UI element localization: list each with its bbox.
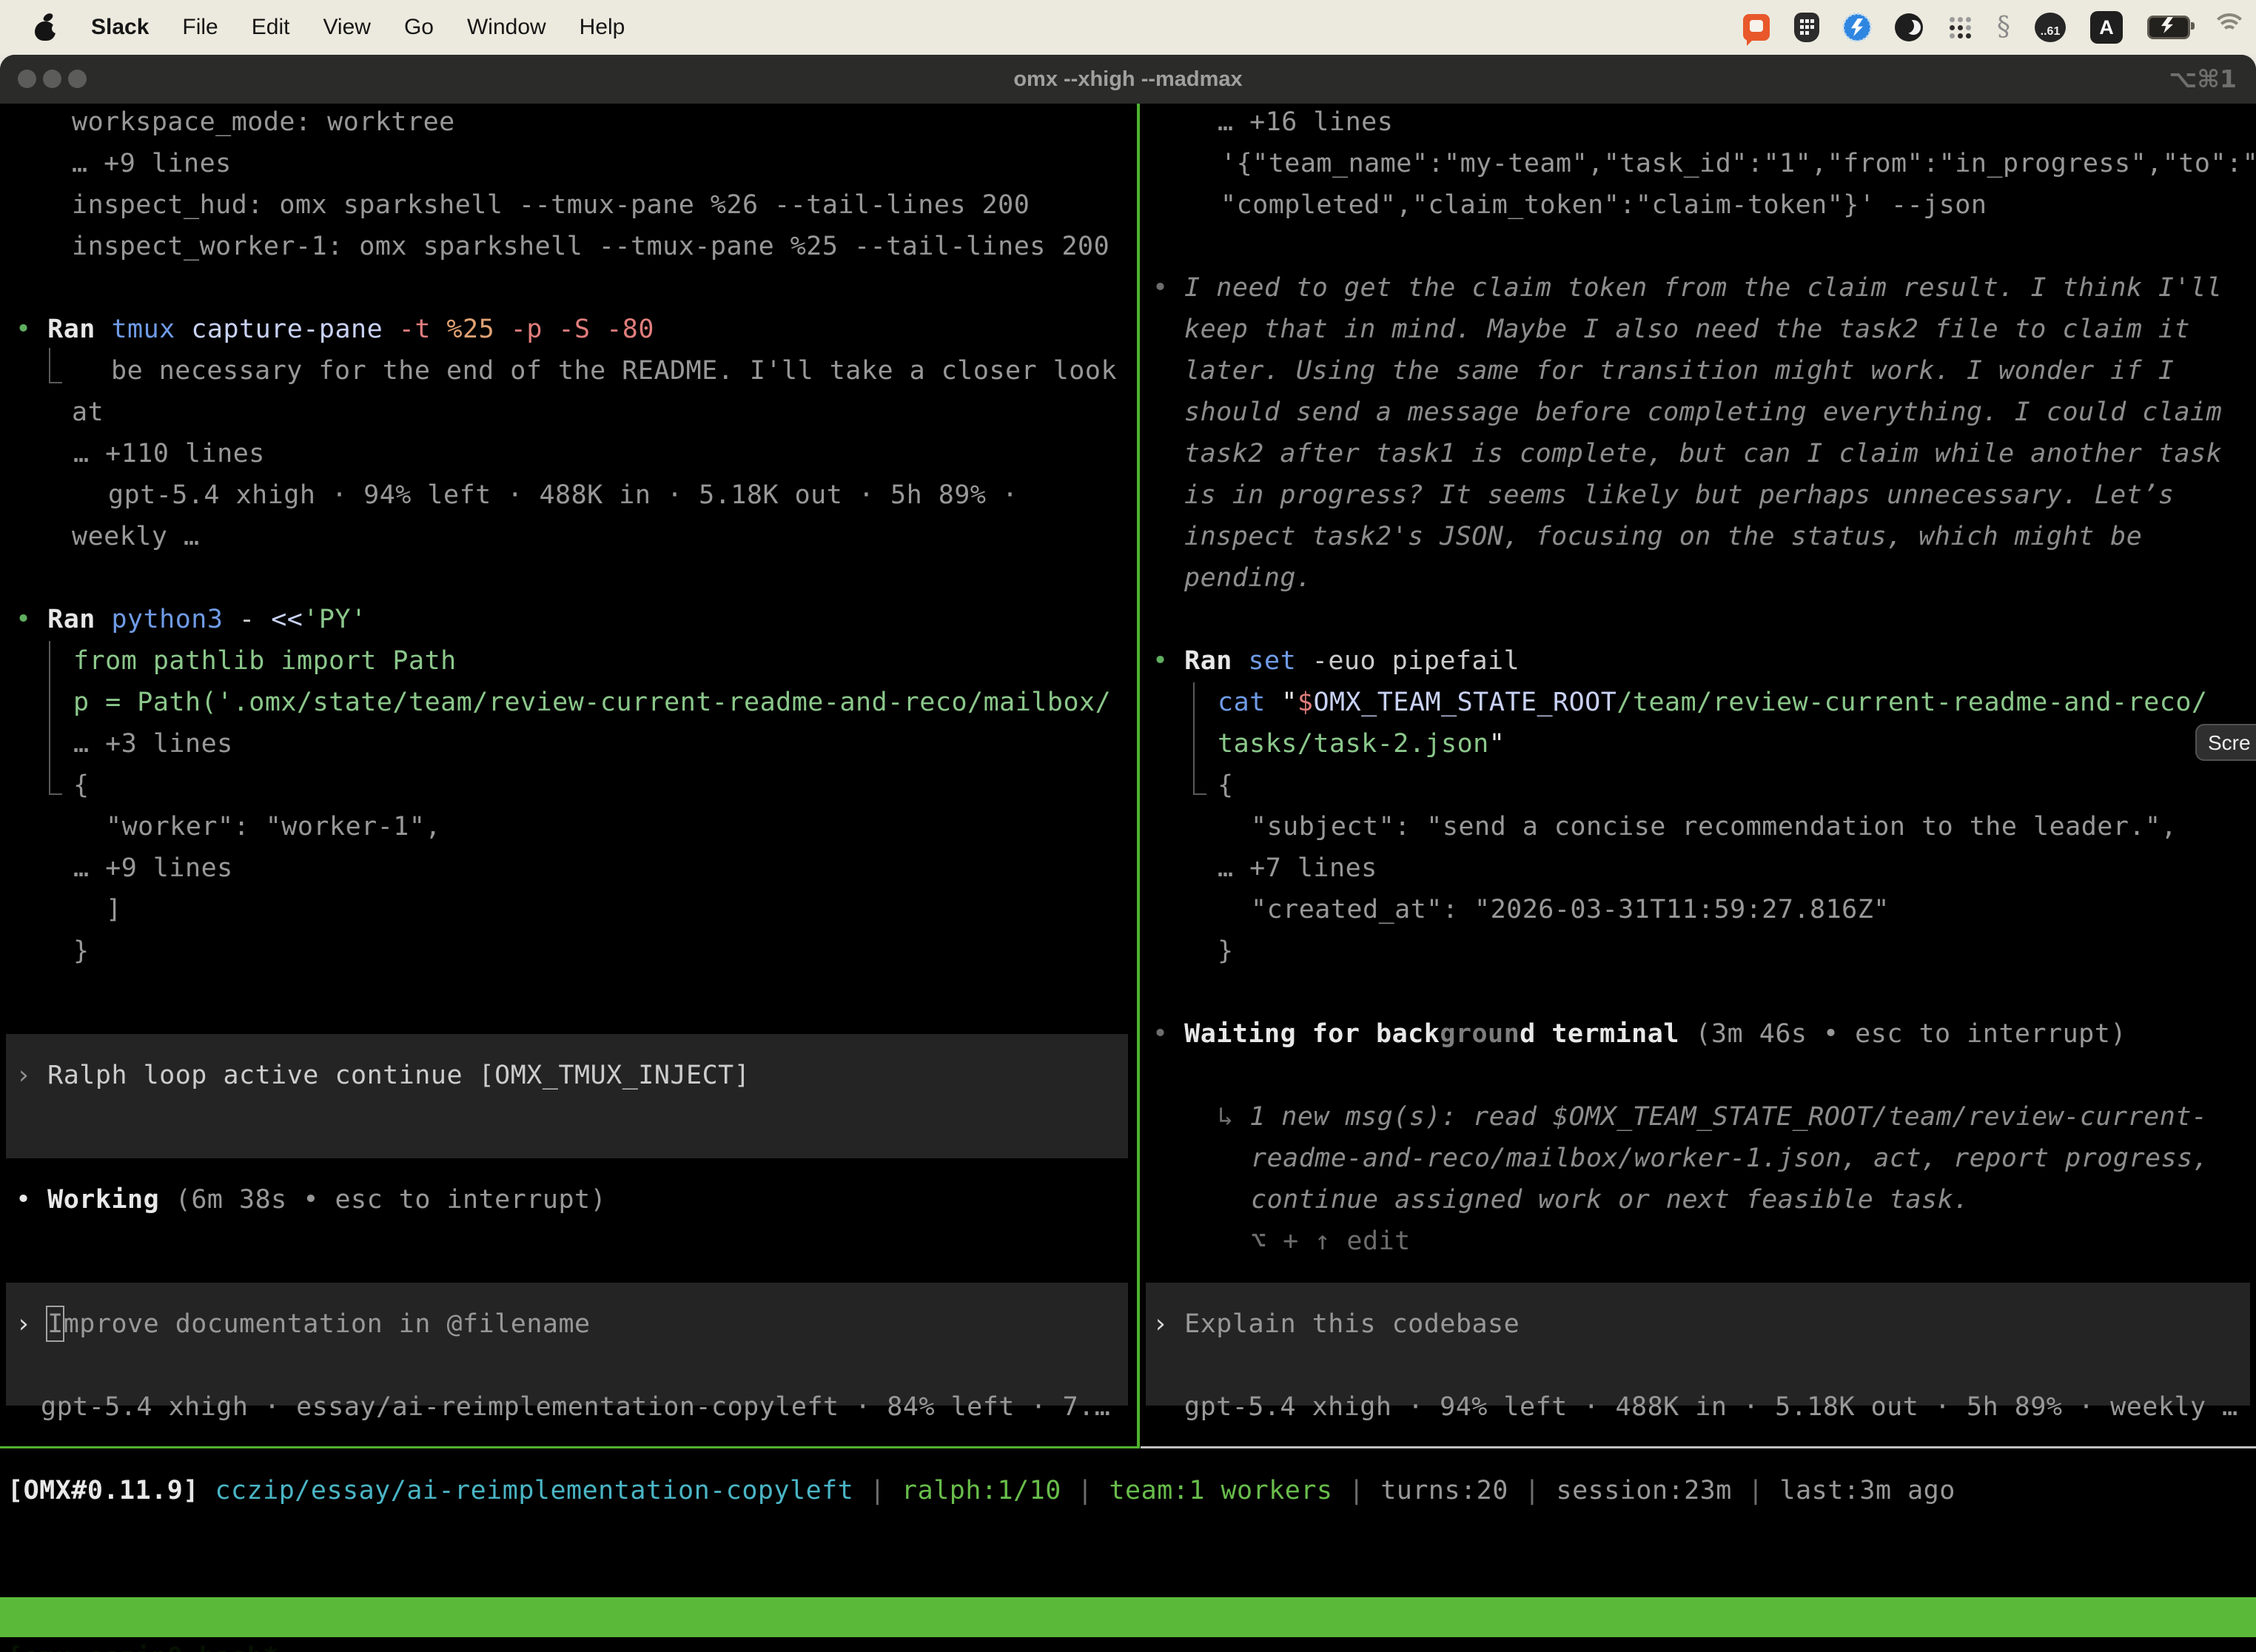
thinking-line: later. Using the same for transition mig… [1184, 350, 2174, 392]
thinking-line: pending. [1184, 557, 1312, 599]
badge-61-icon[interactable]: ..61 [2035, 13, 2066, 42]
screen-tooltip: Scre [2195, 724, 2256, 761]
menu-bar-status-icons: § ..61 A [1743, 11, 2244, 44]
input-placeholder-line: › Improve documentation in @filename [16, 1303, 591, 1345]
code-line: tasks/task-2.json" [1218, 723, 1505, 765]
tmux-session-label: [omx-cczip0:bash* [7, 1637, 279, 1652]
command-line: • Ran set -euo pipefail [1152, 640, 1520, 682]
working-status-line: • Working (6m 38s • esc to interrupt) [16, 1179, 606, 1220]
thinking-line: • I need to get the claim token from the… [1152, 267, 2222, 309]
menu-item-edit[interactable]: Edit [252, 15, 290, 40]
output-line: weekly … [72, 516, 200, 557]
apple-menu-icon[interactable] [34, 14, 56, 41]
code-line: cat "$OMX_TEAM_STATE_ROOT/team/review-cu… [1218, 682, 2207, 723]
model-status-line: gpt-5.4 xhigh · 94% left · 488K in · 5.1… [1184, 1386, 2238, 1428]
battery-charging-icon[interactable] [2147, 16, 2190, 39]
output-connector [49, 348, 62, 383]
output-line: inspect_hud: omx sparkshell --tmux-pane … [72, 184, 1030, 226]
waiting-status-line: • Waiting for background terminal (3m 46… [1152, 1013, 2126, 1055]
pane-divider[interactable] [1137, 104, 1140, 1448]
terminal-window: omx --xhigh --madmax ⌥⌘1 workspace_mode:… [0, 55, 2256, 1652]
output-line: … +16 lines [1218, 104, 1393, 143]
left-terminal-pane[interactable]: workspace_mode: worktree… +9 linesinspec… [0, 104, 1128, 1446]
output-line: inspect_worker-1: omx sparkshell --tmux-… [72, 226, 1109, 267]
command-line: • Ran tmux capture-pane -t %25 -p -S -80 [16, 309, 654, 350]
thinking-line: should send a message before completing … [1184, 392, 2222, 433]
dots-grid-icon[interactable] [1947, 15, 1973, 40]
moon-circle-icon[interactable] [1895, 13, 1923, 41]
output-line: … +7 lines [1218, 847, 1377, 889]
menu-item-view[interactable]: View [323, 15, 370, 40]
model-status-line: gpt-5.4 xhigh · essay/ai-reimplementatio… [41, 1386, 1110, 1428]
notification-line: continue assigned work or next feasible … [1251, 1179, 1970, 1220]
output-line: workspace_mode: worktree [72, 104, 455, 143]
window-title-bar[interactable]: omx --xhigh --madmax ⌥⌘1 [0, 55, 2256, 104]
output-line: "subject": "send a concise recommendatio… [1251, 806, 2177, 847]
output-connector [49, 641, 62, 795]
window-title: omx --xhigh --madmax [0, 55, 2256, 104]
section-squiggle-icon[interactable]: § [1997, 14, 2010, 41]
output-line: gpt-5.4 xhigh · 94% left · 488K in · 5.1… [108, 474, 1018, 516]
output-line: '{"team_name":"my-team","task_id":"1","f… [1221, 143, 2256, 184]
menu-item-go[interactable]: Go [404, 15, 434, 40]
output-line: … +9 lines [73, 847, 233, 889]
output-line: } [73, 930, 90, 972]
input-placeholder-line: › Explain this codebase [1152, 1303, 1520, 1345]
code-line: from pathlib import Path [73, 640, 457, 682]
output-line: at [72, 392, 104, 433]
screen: Slack File Edit View Go Window Help § ..61 A o… [0, 0, 2256, 1652]
queued-message-line: › Ralph loop active continue [OMX_TMUX_I… [16, 1055, 750, 1096]
output-connector [1193, 682, 1206, 795]
chat-app-icon[interactable] [1743, 14, 1770, 41]
output-line: { [73, 765, 90, 806]
thinking-line: task2 after task1 is complete, but can I… [1184, 433, 2222, 474]
thinking-line: keep that in mind. Maybe I also need the… [1184, 309, 2190, 350]
window-shortcut-badge: ⌥⌘1 [2169, 55, 2237, 104]
macos-menu-bar: Slack File Edit View Go Window Help § ..61 A [0, 0, 2256, 55]
menu-items: Slack File Edit View Go Window Help [91, 15, 625, 40]
shield-grid-icon[interactable] [1794, 13, 1819, 42]
code-line: p = Path('.omx/state/team/review-current… [73, 682, 1111, 723]
command-line: • Ran python3 - <<'PY' [16, 599, 367, 640]
queued-message-banner [6, 1034, 1128, 1158]
thinking-line: inspect task2's JSON, focusing on the st… [1184, 516, 2142, 557]
thinking-line: is in progress? It seems likely but perh… [1184, 474, 2174, 516]
letter-a-app-icon[interactable]: A [2090, 11, 2123, 44]
output-line: be necessary for the end of the README. … [111, 350, 1117, 392]
output-line: "completed","claim_token":"claim-token"}… [1221, 184, 1987, 226]
wifi-icon[interactable] [2215, 16, 2244, 38]
output-line: } [1218, 930, 1234, 972]
right-pane-bottom-border [1141, 1446, 2256, 1448]
notification-line: ↳ 1 new msg(s): read $OMX_TEAM_STATE_ROO… [1218, 1096, 2207, 1138]
output-line: "worker": "worker-1", [106, 806, 441, 847]
output-line: … +9 lines [72, 143, 232, 184]
tmux-status-bar: [omx-cczip0:bash* "MacBook-Pro-44.local"… [0, 1597, 2256, 1637]
output-line: "created_at": "2026-03-31T11:59:27.816Z" [1251, 889, 1890, 930]
menu-item-slack[interactable]: Slack [91, 15, 149, 40]
menu-item-window[interactable]: Window [467, 15, 546, 40]
output-line: … +110 lines [73, 433, 265, 474]
menu-item-help[interactable]: Help [580, 15, 625, 40]
text-cursor: I [47, 1309, 64, 1339]
output-line: { [1218, 765, 1234, 806]
left-pane-bottom-border [0, 1446, 1138, 1448]
right-terminal-pane[interactable]: Scre … +16 lines'{"team_name":"my-team",… [1146, 104, 2256, 1446]
edit-hint-line: ⌥ + ↑ edit [1251, 1220, 1411, 1262]
blue-bolt-icon[interactable] [1844, 14, 1870, 41]
output-line: ] [106, 889, 122, 930]
omx-status-line: [OMX#0.11.9] cczip/essay/ai-reimplementa… [7, 1470, 1955, 1511]
menu-item-file[interactable]: File [182, 15, 218, 40]
notification-line: readme-and-reco/mailbox/worker-1.json, a… [1251, 1138, 2209, 1179]
output-line: … +3 lines [73, 723, 233, 765]
